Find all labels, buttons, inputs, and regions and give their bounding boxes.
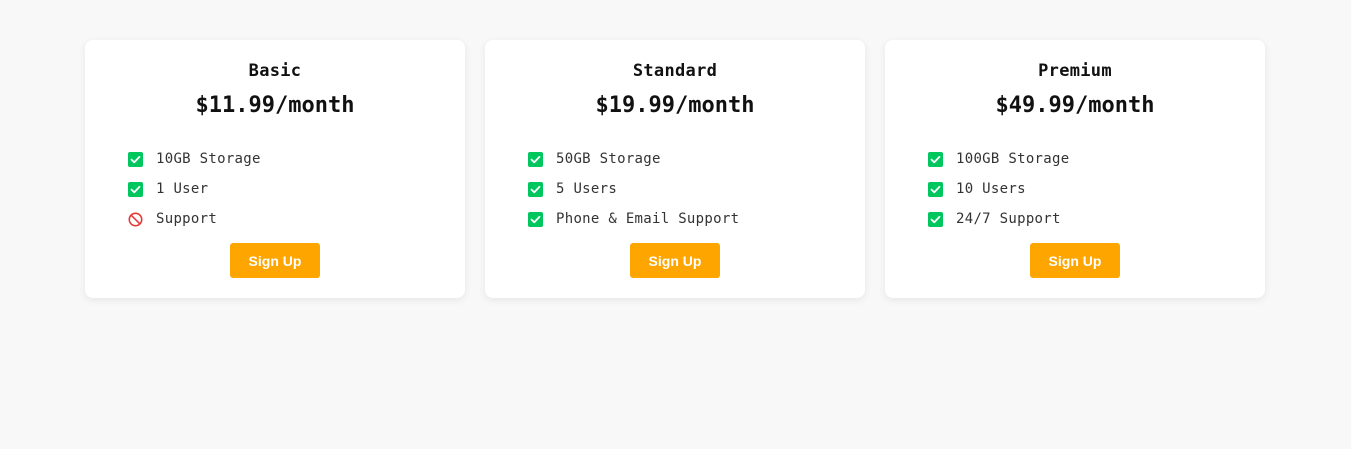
feature-list: 50GB Storage 5 Users Phone & Email Suppo… [528, 144, 739, 234]
feature-item: 10GB Storage [128, 144, 261, 174]
plan-price: $19.99/month [595, 93, 755, 118]
feature-list: 100GB Storage 10 Users 24/7 Support [928, 144, 1069, 234]
check-icon [528, 181, 543, 197]
sign-up-button[interactable]: Sign Up [630, 243, 720, 278]
feature-text: 50GB Storage [556, 151, 661, 167]
feature-item: 100GB Storage [928, 144, 1069, 174]
check-icon [128, 181, 143, 197]
feature-text: 10GB Storage [156, 151, 261, 167]
feature-text: Support [156, 211, 218, 227]
plan-card-standard: Standard $19.99/month 50GB Storage 5 Use… [485, 40, 865, 298]
feature-text: 100GB Storage [956, 151, 1070, 167]
plan-name: Premium [1038, 61, 1112, 81]
pricing-cards: Basic $11.99/month 10GB Storage 1 User S… [85, 40, 1265, 298]
check-icon [528, 211, 543, 227]
check-icon [928, 151, 943, 167]
feature-text: 1 User [156, 181, 209, 197]
feature-item: 10 Users [928, 174, 1069, 204]
plan-card-premium: Premium $49.99/month 100GB Storage 10 Us… [885, 40, 1265, 298]
feature-list: 10GB Storage 1 User Support [128, 144, 261, 234]
feature-item: 24/7 Support [928, 204, 1069, 234]
check-icon [128, 151, 143, 167]
plan-name: Standard [632, 61, 718, 81]
sign-up-button[interactable]: Sign Up [230, 243, 320, 278]
feature-item: 1 User [128, 174, 261, 204]
feature-text: 10 Users [956, 181, 1026, 197]
plan-price: $11.99/month [195, 93, 355, 118]
feature-item: 5 Users [528, 174, 739, 204]
feature-text: 24/7 Support [956, 211, 1061, 227]
feature-item: Support [128, 204, 261, 234]
feature-item: Phone & Email Support [528, 204, 739, 234]
check-icon [528, 151, 543, 167]
feature-item: 50GB Storage [528, 144, 739, 174]
ban-icon [128, 212, 143, 227]
check-icon [928, 211, 943, 227]
sign-up-button[interactable]: Sign Up [1030, 243, 1120, 278]
plan-card-basic: Basic $11.99/month 10GB Storage 1 User S… [85, 40, 465, 298]
check-icon [928, 181, 943, 197]
feature-text: Phone & Email Support [556, 211, 740, 227]
feature-text: 5 Users [556, 181, 618, 197]
plan-price: $49.99/month [995, 93, 1155, 118]
plan-name: Basic [248, 61, 302, 81]
